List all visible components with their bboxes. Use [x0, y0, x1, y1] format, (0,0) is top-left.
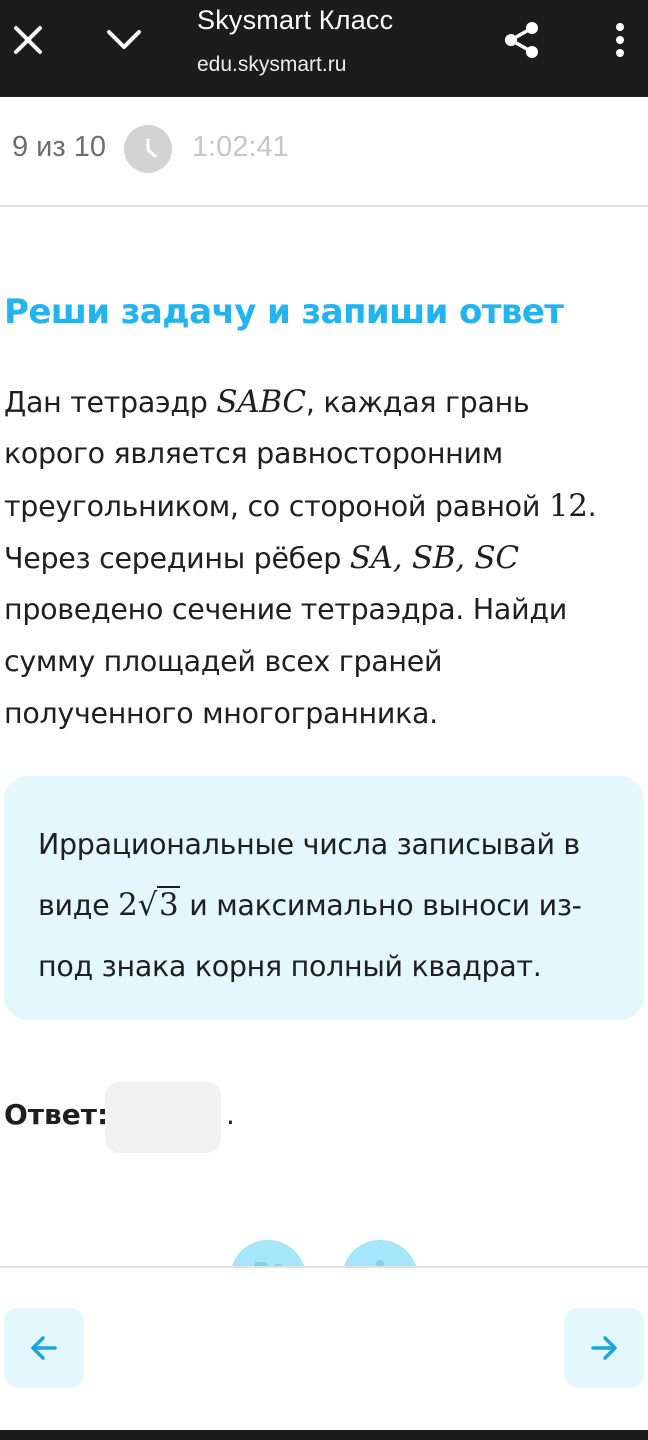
- task-line: полученного многогранника.: [4, 697, 438, 730]
- chevron-down-icon: [107, 30, 141, 49]
- task-line: проведено сечение тетраэдра. Найди: [4, 593, 567, 626]
- close-button[interactable]: [2, 14, 54, 66]
- share-button[interactable]: [496, 14, 548, 66]
- task-line: Дан тетраэдр SABC, каждая грань: [4, 384, 530, 420]
- progress-bar-row: 9 из 10 1:02:41: [0, 97, 648, 207]
- next-button[interactable]: [564, 1308, 644, 1388]
- system-bar-edge: [0, 1430, 648, 1440]
- sqrt-expression: 2√3: [118, 886, 181, 923]
- task-line: треугольником, со стороной равной 12.: [4, 488, 597, 524]
- previous-button[interactable]: [4, 1308, 84, 1388]
- more-options-button[interactable]: [594, 14, 646, 66]
- hint-box: Иррациональные числа записывай в виде 2√…: [4, 776, 644, 1020]
- answer-label: Ответ:: [4, 1098, 109, 1131]
- timer: 1:02:41: [192, 131, 289, 163]
- close-icon: [14, 26, 42, 54]
- browser-toolbar: Skysmart Класс edu.skysmart.ru: [0, 0, 648, 97]
- answer-input[interactable]: [105, 1082, 221, 1153]
- answer-period: .: [226, 1098, 235, 1131]
- arrow-right-icon: [591, 1336, 617, 1360]
- task-text: Дан тетраэдр SABC, каждая грань корого я…: [4, 376, 644, 740]
- share-icon: [505, 22, 538, 58]
- question-counter: 9 из 10: [12, 131, 106, 163]
- task-line: сумму площадей всех граней: [4, 645, 443, 678]
- task-heading: Реши задачу и запиши ответ: [4, 292, 564, 332]
- page-title: Skysmart Класс: [197, 5, 394, 35]
- page-url: edu.skysmart.ru: [197, 53, 347, 76]
- more-vertical-icon: [616, 23, 624, 57]
- bottom-navigation: [0, 1266, 648, 1430]
- hint-text: Иррациональные числа записывай в виде 2√…: [38, 828, 582, 983]
- task-line: Через середины рёбер SA, SB, SC: [4, 540, 519, 576]
- collapse-button[interactable]: [98, 14, 150, 66]
- clock-icon: [124, 125, 172, 173]
- arrow-left-icon: [31, 1336, 57, 1360]
- task-line: корого является равносторонним: [4, 437, 503, 470]
